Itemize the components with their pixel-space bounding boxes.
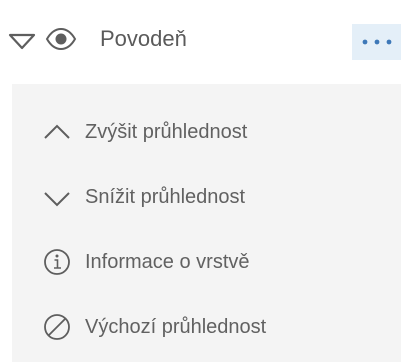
layer-title: Povodeň [100, 26, 187, 51]
layer-options-menu: Zvýšit průhlednost Snížit průhlednost In… [12, 84, 401, 362]
increase-transparency-item[interactable]: Zvýšit průhlednost [12, 104, 401, 160]
layer-info-item[interactable]: Informace o vrstvě [12, 234, 401, 290]
layer-visibility-toggle[interactable] [45, 27, 77, 51]
menu-item-label: Informace o vrstvě [85, 251, 250, 273]
menu-item-label: Zvýšit průhlednost [85, 121, 248, 143]
collapse-layer-toggle[interactable] [8, 30, 36, 52]
chevron-up-icon [44, 124, 70, 139]
ellipsis-icon [362, 39, 392, 45]
eye-icon [45, 27, 77, 51]
info-icon [44, 249, 70, 275]
expand-triangle-icon [8, 33, 36, 50]
chevron-down-icon [44, 192, 70, 207]
decrease-transparency-item[interactable]: Snížit průhlednost [12, 169, 401, 225]
layer-row: Povodeň [0, 0, 401, 84]
menu-item-label: Snížit průhlednost [85, 186, 246, 208]
reset-icon [44, 314, 70, 340]
default-transparency-item[interactable]: Výchozí průhlednost [12, 299, 401, 355]
menu-item-label: Výchozí průhlednost [85, 316, 267, 338]
more-options-button[interactable] [352, 24, 401, 60]
